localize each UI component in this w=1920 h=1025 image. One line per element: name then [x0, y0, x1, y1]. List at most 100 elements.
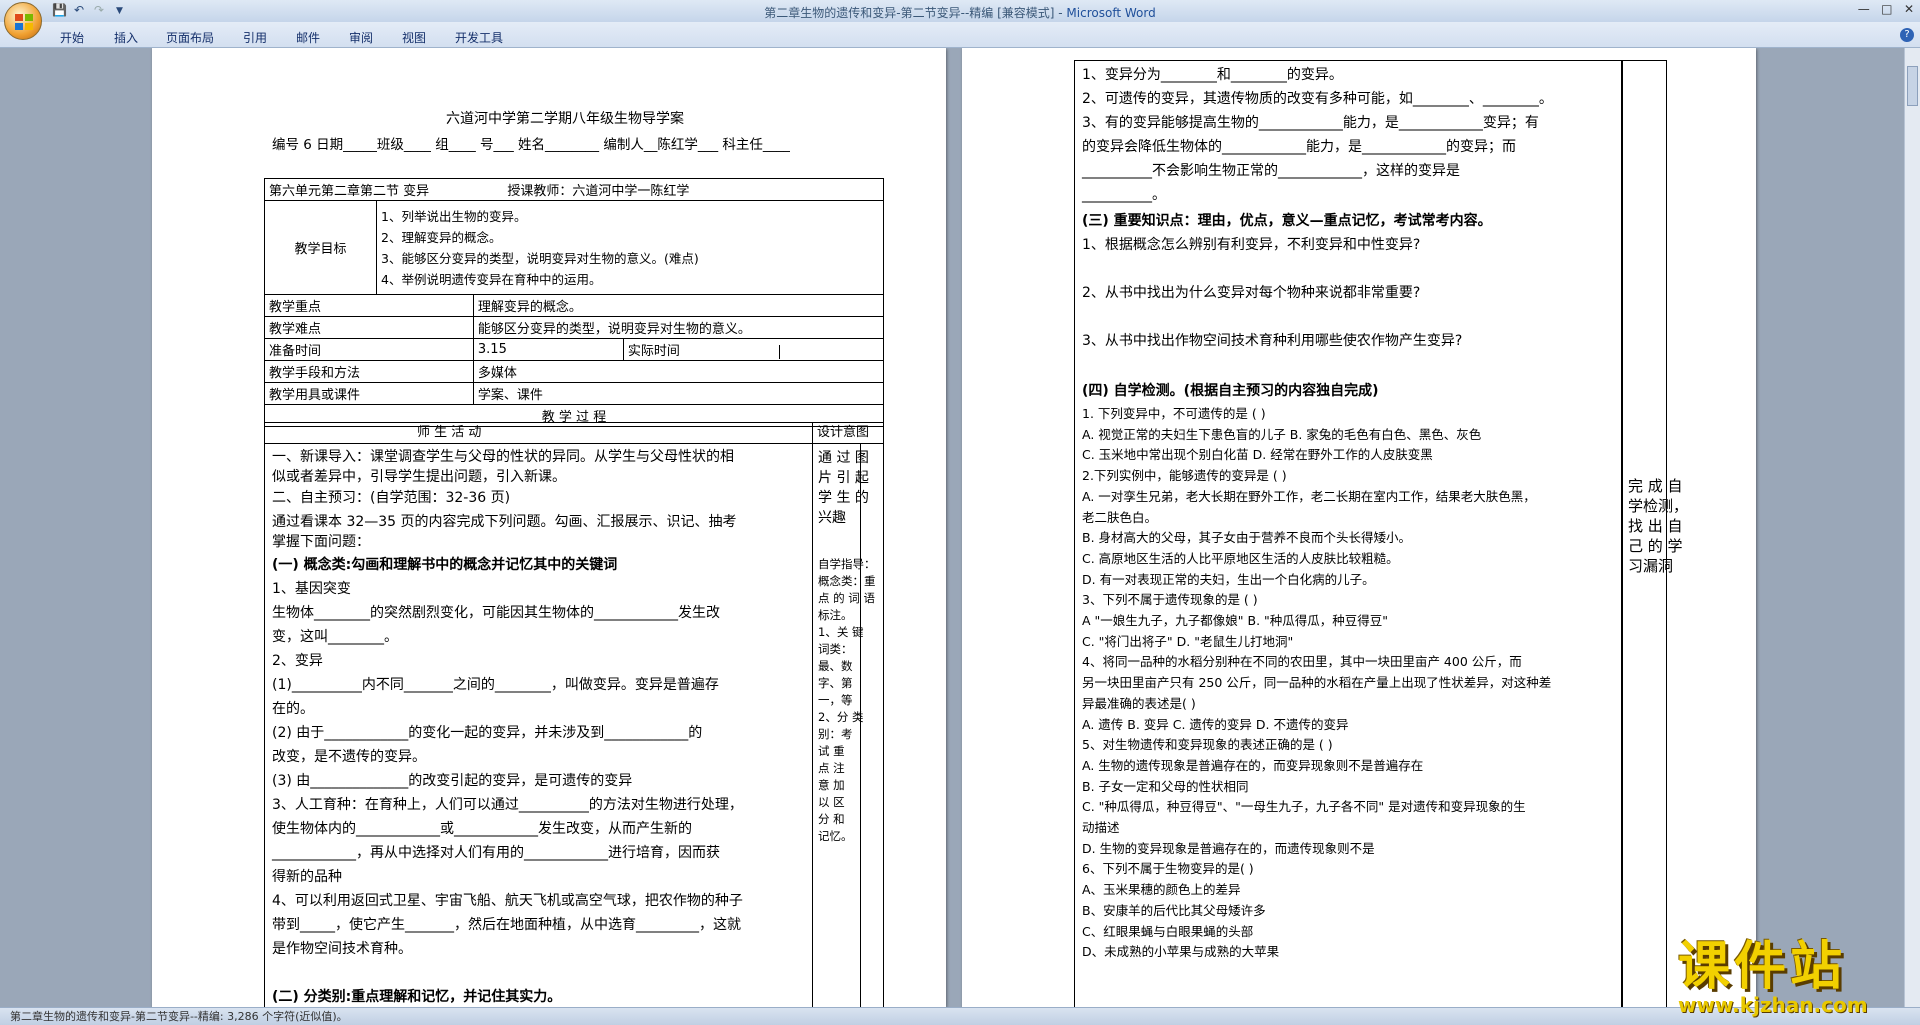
quiz-line: 老二肤色白。: [1082, 509, 1158, 525]
quiz-line: D. 生物的变异现象是普遍存在的，而遗传现象则不是: [1082, 840, 1375, 856]
body-heading: (一) 概念类:勾画和理解书中的概念并记忆其中的关键词: [272, 557, 618, 573]
window-controls: — □ ✕: [1858, 2, 1914, 16]
body-line: (1)__________内不同_______之间的________，叫做变异。…: [272, 677, 719, 693]
help-icon[interactable]: ?: [1900, 28, 1914, 42]
office-button[interactable]: [4, 2, 42, 40]
body-line: 3、有的变异能够提高生物的____________能力，是___________…: [1082, 115, 1539, 131]
quiz-line: A. 一对孪生兄弟，老大长期在野外工作，老二长期在室内工作，结果老大肤色黑，: [1082, 488, 1536, 504]
maximize-icon[interactable]: □: [1881, 2, 1892, 16]
body-line: 4、可以利用返回式卫星、宇宙飞船、航天飞机或高空气球，把农作物的种子: [272, 893, 743, 909]
body-line: 3、人工育种：在育种上，人们可以通过__________的方法对生物进行处理，: [272, 797, 743, 813]
quiz-line: A. 遗传 B. 变异 C. 遗传的变异 D. 不遗传的变异: [1082, 716, 1349, 732]
tab-developer[interactable]: 开发工具: [455, 29, 503, 46]
goal-item: 4、举例说明遗传变异在育种中的运用。: [381, 271, 602, 287]
row-key: 教学手段和方法: [264, 360, 474, 383]
tab-insert[interactable]: 插入: [114, 29, 138, 46]
doc-meta-line: 编号 6 日期_____班级____ 组____ 号___ 姓名________…: [272, 137, 790, 153]
minimize-icon[interactable]: —: [1858, 2, 1870, 16]
body-line: 的变异会降低生物体的____________能力，是____________的变…: [1082, 139, 1516, 155]
document-page-right[interactable]: 1、变异分为________和________的变异。 2、可遗传的变异，其遗传…: [962, 48, 1756, 1007]
watermark-logo: 课件站 www.kjzhan.com: [1678, 924, 1868, 1017]
column-divider: [812, 422, 813, 1007]
body-line: 是作物空间技术育种。: [272, 941, 412, 957]
title-bar: 💾 ↶ ↷ ▼ 第二章生物的遗传和变异-第二节变异--精编 [兼容模式] - M…: [0, 0, 1920, 40]
body-line: 1、基因突变: [272, 581, 351, 597]
body-line: 掌握下面问题：: [272, 534, 370, 550]
close-icon[interactable]: ✕: [1904, 2, 1914, 16]
body-line: __________不会影响生物正常的____________，这样的变异是: [1082, 163, 1460, 179]
quiz-line: 3、下列不属于遗传现象的是 ( ): [1082, 592, 1258, 608]
tab-references[interactable]: 引用: [243, 29, 267, 46]
body-line: 使生物体内的____________或____________发生改变，从而产生…: [272, 821, 692, 837]
quiz-line: B. 身材高大的父母，其子女由于营养不良而个头长得矮小。: [1082, 530, 1412, 546]
side-note-1: 通 过 图片 引 起学 生 的兴趣: [818, 450, 869, 526]
document-workspace[interactable]: 六道河中学第二学期八年级生物导学案 编号 6 日期_____班级____ 组__…: [0, 48, 1904, 1007]
right-side-note: 完 成 自学检测，找 出 自己 的 学习漏洞: [1628, 477, 1689, 575]
quiz-line: 异最准确的表述是( ): [1082, 695, 1196, 711]
row-key-2: 实际时间: [622, 338, 885, 361]
row-divider: [264, 443, 884, 444]
quiz-line: 动描述: [1082, 820, 1120, 836]
body-line: 改变，是不遗传的变异。: [272, 749, 426, 765]
window-title: 第二章生物的遗传和变异-第二节变异--精编 [兼容模式] - Microsoft…: [764, 6, 1156, 20]
quiz-line: B、安康羊的后代比其父母矮许多: [1082, 902, 1266, 918]
body-line: (3) 由______________的改变引起的变异，是可遗传的变异: [272, 773, 633, 789]
lesson-info-table: 第六单元第二章第二节 变异 授课教师：六道河中学一陈红学 教学目标 1、列举说出…: [264, 178, 885, 427]
vertical-scrollbar[interactable]: [1904, 48, 1920, 1007]
goals-label: 教学目标: [264, 200, 377, 295]
row-key: 教学难点: [264, 316, 474, 339]
side-note-2: 自学指导： 概念类：重点 的 词 语标注。 1、关 键 词类： 最、数 字、第 一…: [818, 557, 876, 843]
row-value: 理解变异的概念。: [472, 294, 885, 317]
quiz-line: A "一娘生九子，九子都像娘" B. "种瓜得瓜，种豆得豆": [1082, 613, 1389, 629]
status-bar: 第二章生物的遗传和变异-第二节变异--精编: 3,286 个字符(近似值)。: [0, 1007, 1920, 1025]
quiz-line: 4、将同一品种的水稻分别种在不同的农田里，其中一块田里亩产 400 公斤，而: [1082, 654, 1522, 670]
body-line: 2、变异: [272, 653, 323, 669]
ribbon-tabs: 开始 插入 页面布局 引用 邮件 审阅 视图 开发工具 ?: [0, 22, 1920, 48]
tab-page-layout[interactable]: 页面布局: [166, 29, 214, 46]
doc-title: 六道河中学第二学期八年级生物导学案: [446, 111, 684, 127]
quiz-line: A. 视觉正常的夫妇生下患色盲的儿子 B. 家兔的毛色有白色、黑色、灰色: [1082, 426, 1482, 442]
row-key: 教学用具或课件: [264, 382, 474, 405]
goal-item: 2、理解变异的概念。: [381, 229, 502, 245]
quiz-line: 5、对生物遗传和变异现象的表述正确的是 ( ): [1082, 737, 1333, 753]
body-line: 1、变异分为________和________的变异。: [1082, 67, 1343, 83]
watermark-url: www.kjzhan.com: [1678, 993, 1868, 1017]
body-line: 2、可遗传的变异，其遗传物质的改变有多种可能，如________、_______…: [1082, 91, 1553, 107]
row-key: 教学重点: [264, 294, 474, 317]
body-line: ____________，再从中选择对人们有用的____________进行培育…: [272, 845, 720, 861]
row-value: 多媒体: [472, 360, 885, 383]
scroll-thumb[interactable]: [1907, 66, 1918, 106]
body-line: 通过看课本 32—35 页的内容完成下列问题。勾画、汇报展示、识记、抽考: [272, 514, 737, 530]
body-line: 变，这叫________。: [272, 629, 398, 645]
quiz-line: D. 有一对表现正常的夫妇，生出一个白化病的儿子。: [1082, 571, 1375, 587]
goal-item: 1、列举说出生物的变异。: [381, 208, 527, 224]
tab-review[interactable]: 审阅: [349, 29, 373, 46]
quiz-line: C. 高原地区生活的人比平原地区生活的人皮肤比较粗糙。: [1082, 550, 1399, 566]
tab-view[interactable]: 视图: [402, 29, 426, 46]
quiz-line: C. "种瓜得瓜，种豆得豆"、"一母生九子，九子各不同" 是对遗传和变异现象的生: [1082, 799, 1526, 815]
column-divider: [1622, 60, 1623, 1007]
document-page-left[interactable]: 六道河中学第二学期八年级生物导学案 编号 6 日期_____班级____ 组__…: [152, 48, 946, 1007]
office-logo-icon: [15, 14, 33, 30]
row-value: 学案、课件: [472, 382, 885, 405]
activity-heading: 师 生 活 动: [417, 425, 482, 440]
quiz-line: 另一块田里亩产只有 250 公斤，同一品种的水稻在产量上出现了性状差异，对这种差: [1082, 675, 1552, 691]
quiz-line: C. 玉米地中常出现个别白化苗 D. 经常在野外工作的人皮肤变黑: [1082, 447, 1433, 463]
body-line: 一、新课导入：课堂调查学生与父母的性状的异同。从学生与父母性状的相: [272, 449, 734, 465]
row-value: 3.15: [472, 338, 624, 361]
header-unit: 第六单元第二章第二节 变异: [269, 184, 430, 199]
quiz-line: 6、下列不属于生物变异的是( ): [1082, 861, 1254, 877]
body-line: 2、从书中找出为什么变异对每个物种来说都非常重要?: [1082, 285, 1421, 301]
tab-mailings[interactable]: 邮件: [296, 29, 320, 46]
header-teacher: 授课教师：六道河中学一陈红学: [507, 184, 690, 199]
quiz-line: A、玉米果穗的颜色上的差异: [1082, 882, 1241, 898]
body-line: __________。: [1082, 187, 1166, 203]
tab-home[interactable]: 开始: [60, 29, 84, 46]
section-heading: (三) 重要知识点：理由，优点，意义—重点记忆，考试常考内容。: [1082, 213, 1492, 229]
body-line: (2) 由于____________的变化一起的变异，并未涉及到________…: [272, 725, 703, 741]
row-key: 准备时间: [264, 338, 474, 361]
row-divider: [1074, 60, 1666, 61]
body-line: 1、根据概念怎么辨别有利变异，不利变异和中性变异?: [1082, 237, 1421, 253]
body-line: 似或者差异中，引导学生提出问题，引入新课。: [272, 469, 566, 485]
row-value: 能够区分变异的类型，说明变异对生物的意义。: [472, 316, 885, 339]
